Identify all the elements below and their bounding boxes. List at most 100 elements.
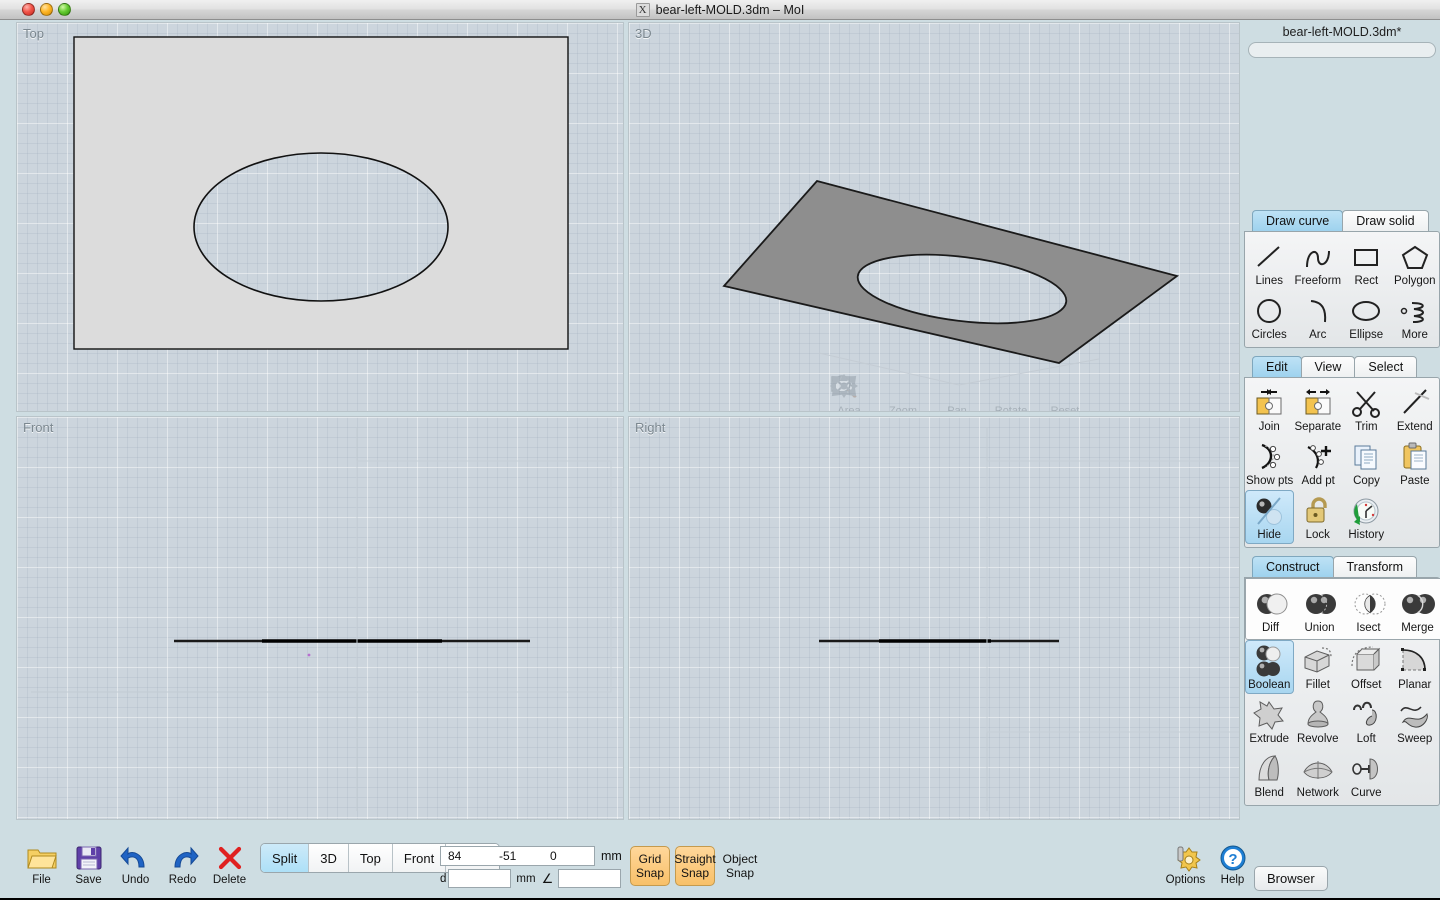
- redo-button[interactable]: Redo: [159, 842, 206, 886]
- tool-trim[interactable]: Trim: [1342, 382, 1390, 436]
- tool-add-pt-label: Add pt: [1301, 475, 1335, 487]
- tab-construct[interactable]: Construct: [1252, 556, 1334, 577]
- tool-rect-label: Rect: [1354, 275, 1379, 287]
- tool-revolve[interactable]: Revolve: [1294, 694, 1343, 748]
- tool-loft[interactable]: Loft: [1342, 694, 1391, 748]
- tool-extrude[interactable]: Extrude: [1245, 694, 1294, 748]
- tool-paste[interactable]: Paste: [1391, 436, 1439, 490]
- right-view-construction-rect: [986, 460, 1239, 733]
- viewport-front[interactable]: Front: [16, 416, 624, 820]
- coordinate-entry: 84 -51 0 mm d mm ∠: [440, 846, 622, 888]
- viewport-right[interactable]: Right: [628, 416, 1240, 820]
- tool-planar[interactable]: Planar: [1391, 640, 1440, 694]
- tool-rect[interactable]: Rect: [1342, 236, 1390, 290]
- document-title: bear-left-MOLD.3dm*: [1282, 25, 1402, 39]
- nav-pan-button[interactable]: Pan: [830, 373, 977, 411]
- view-split-button[interactable]: Split: [261, 844, 310, 872]
- coord-unit-label: mm: [601, 849, 622, 863]
- nav-rotate-label: Rotate: [994, 405, 1028, 412]
- tool-curve-solid[interactable]: Curve: [1342, 748, 1391, 802]
- tool-history[interactable]: History: [1342, 490, 1391, 544]
- distance-label: d: [440, 872, 447, 885]
- tool-extend[interactable]: Extend: [1391, 382, 1439, 436]
- tool-boolean-isect[interactable]: Isect: [1344, 583, 1393, 637]
- tab-draw-curve[interactable]: Draw curve: [1252, 210, 1344, 231]
- tool-boolean-merge[interactable]: Merge: [1393, 583, 1440, 637]
- app-icon: X: [635, 3, 650, 17]
- tool-arc[interactable]: Arc: [1294, 290, 1343, 344]
- extend-icon: [1392, 385, 1438, 421]
- tool-more-curves[interactable]: More: [1391, 290, 1440, 344]
- tool-add-pt[interactable]: Add pt: [1294, 436, 1342, 490]
- tool-offset[interactable]: Offset: [1342, 640, 1391, 694]
- svg-text:?: ?: [1228, 851, 1237, 868]
- help-button-label: Help: [1220, 874, 1245, 886]
- tool-separate[interactable]: Separate: [1293, 382, 1342, 436]
- tool-copy[interactable]: Copy: [1342, 436, 1390, 490]
- tool-lock[interactable]: Lock: [1294, 490, 1343, 544]
- tool-circles[interactable]: Circles: [1245, 290, 1294, 344]
- straight-snap-button[interactable]: Straight Snap: [674, 846, 716, 886]
- object-snap-button[interactable]: Object Snap: [720, 846, 760, 886]
- viewport-top[interactable]: Top: [16, 22, 624, 412]
- hide-icon: [1246, 493, 1293, 529]
- tab-edit[interactable]: Edit: [1252, 356, 1302, 377]
- tool-network[interactable]: Network: [1294, 748, 1343, 802]
- edit-tool-row-1: Join Separate Trim Extend: [1245, 382, 1439, 436]
- freeform-curve-icon: [1294, 239, 1341, 275]
- save-button[interactable]: Save: [65, 842, 112, 886]
- tool-boolean-diff-label: Diff: [1261, 622, 1280, 634]
- tool-freeform[interactable]: Freeform: [1293, 236, 1342, 290]
- boolean-merge-icon: [1394, 586, 1440, 622]
- view-top-button[interactable]: Top: [348, 844, 393, 872]
- tool-join[interactable]: Join: [1245, 382, 1293, 436]
- tab-select[interactable]: Select: [1354, 356, 1418, 377]
- viewport-3d[interactable]: 3D Area Zoom Pan Rotate Reset: [628, 22, 1240, 412]
- straight-snap-line1: Straight: [674, 852, 716, 866]
- tool-circles-label: Circles: [1251, 329, 1287, 341]
- view-3d-button[interactable]: 3D: [309, 844, 349, 872]
- tab-transform[interactable]: Transform: [1332, 556, 1417, 577]
- tool-boolean[interactable]: Boolean: [1245, 640, 1294, 694]
- tab-view[interactable]: View: [1300, 356, 1356, 377]
- tool-blend[interactable]: Blend: [1245, 748, 1294, 802]
- file-button[interactable]: File: [18, 842, 65, 886]
- edit-palette-body: Join Separate Trim Extend Show pts Add p…: [1244, 377, 1440, 548]
- browser-button[interactable]: Browser: [1254, 866, 1328, 891]
- distance-input[interactable]: [448, 869, 512, 888]
- bottom-right-buttons: Options ? Help: [1162, 842, 1256, 886]
- angle-input[interactable]: [558, 869, 622, 888]
- nav-reset-label: Reset: [1050, 405, 1080, 412]
- search-input[interactable]: [1248, 42, 1436, 58]
- nav-rotate-button[interactable]: Rotate: [832, 373, 1031, 412]
- view-front-button[interactable]: Front: [392, 844, 447, 872]
- undo-button[interactable]: Undo: [112, 842, 159, 886]
- coord-y-value[interactable]: -51: [492, 849, 543, 863]
- bottom-toolbar: File Save Undo Redo Delete Split 3D Top …: [0, 820, 1440, 898]
- tool-construct-empty: [1391, 748, 1440, 802]
- tool-lines[interactable]: Lines: [1245, 236, 1293, 290]
- nav-reset-button[interactable]: Reset: [831, 373, 1085, 412]
- xyz-input[interactable]: 84 -51 0: [440, 846, 595, 866]
- tool-copy-label: Copy: [1353, 475, 1380, 487]
- construct-tool-row-1: Boolean Fillet Offset Planar: [1245, 640, 1439, 694]
- coord-z-value[interactable]: 0: [543, 849, 594, 863]
- tool-boolean-diff[interactable]: Diff: [1246, 583, 1295, 637]
- tool-show-pts[interactable]: Show pts: [1245, 436, 1294, 490]
- tool-ellipse[interactable]: Ellipse: [1342, 290, 1391, 344]
- moi-application-window: X bear-left-MOLD.3dm – MoI Top 3D Area Z…: [0, 0, 1440, 900]
- tool-sweep[interactable]: Sweep: [1391, 694, 1440, 748]
- network-icon: [1295, 751, 1342, 787]
- grid-snap-button[interactable]: Grid Snap: [630, 846, 670, 886]
- options-button[interactable]: Options: [1162, 842, 1209, 886]
- tool-hide[interactable]: Hide: [1245, 490, 1294, 544]
- nav-zoom-button[interactable]: Zoom: [833, 373, 923, 411]
- tool-boolean-union[interactable]: Union: [1295, 583, 1344, 637]
- delete-button[interactable]: Delete: [206, 842, 253, 886]
- tab-draw-solid[interactable]: Draw solid: [1342, 210, 1429, 231]
- help-button[interactable]: ? Help: [1209, 842, 1256, 886]
- tool-fillet[interactable]: Fillet: [1294, 640, 1343, 694]
- tool-polygon[interactable]: Polygon: [1391, 236, 1439, 290]
- gear-icon: [1162, 842, 1209, 874]
- coord-x-value[interactable]: 84: [441, 849, 492, 863]
